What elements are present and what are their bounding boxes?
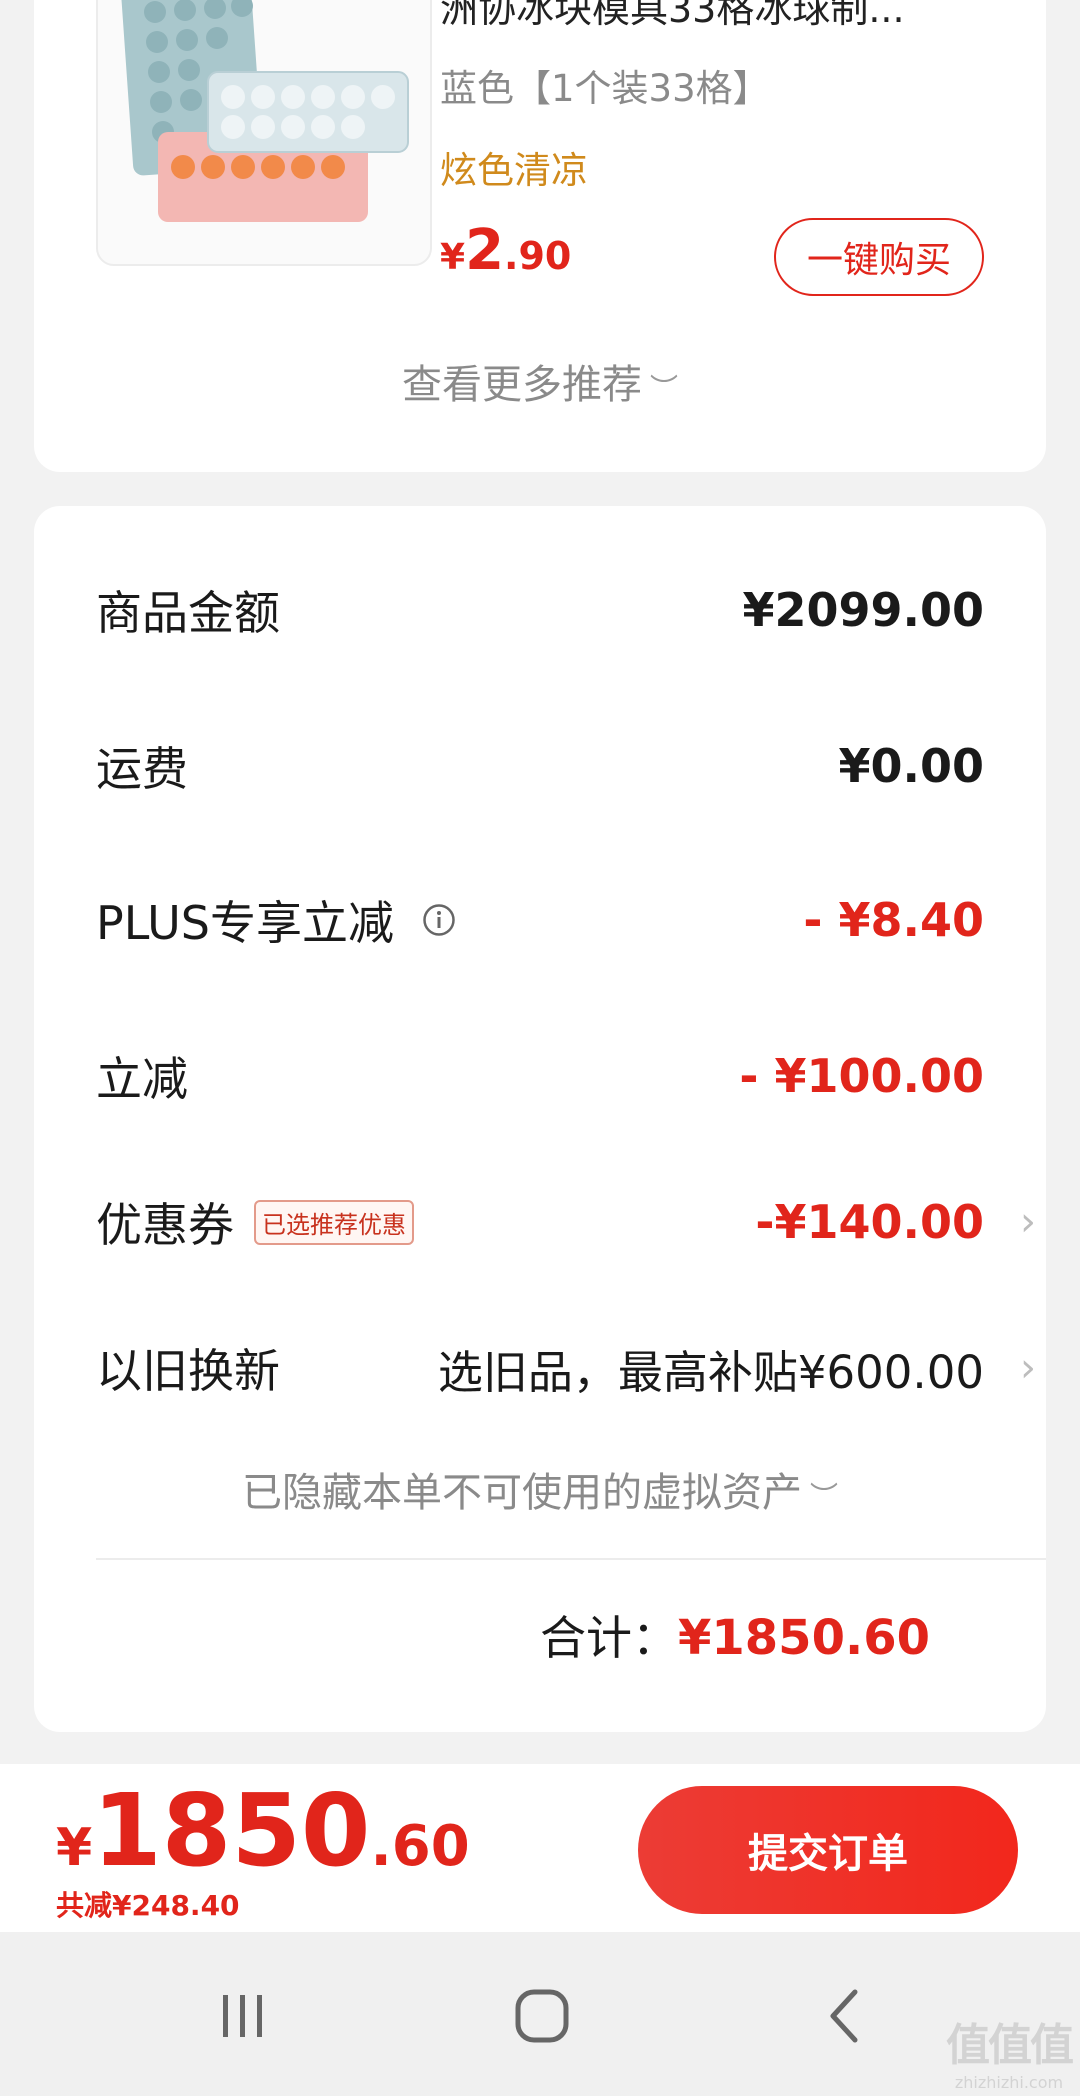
chevron-right-icon: ›: [1020, 1199, 1036, 1245]
system-nav-bar: 值值值 zhizhizhi.com: [0, 1932, 1080, 2096]
goods-amount-label: 商品金额: [96, 586, 280, 640]
watermark: 值值值 zhizhizhi.com: [946, 2009, 1074, 2092]
product-price-currency: ¥: [440, 237, 466, 278]
info-icon[interactable]: [422, 903, 456, 937]
plus-discount-value: - ¥8.40: [803, 893, 984, 947]
product-tag: 炫色清凉: [440, 149, 588, 192]
divider: [96, 1558, 1046, 1560]
product-title[interactable]: 洲协冰块模具33格冰球制...: [440, 0, 1020, 33]
summary-row-goods-amount: 商品金额 ¥2099.00: [96, 570, 984, 650]
summary-row-coupon[interactable]: 优惠券 已选推荐优惠 -¥140.00 ›: [96, 1182, 1036, 1262]
product-price-decimal: .90: [504, 234, 572, 278]
instant-discount-label: 立减: [96, 1052, 188, 1106]
instant-discount-value: - ¥100.00: [739, 1049, 984, 1103]
hidden-assets-label: 已隐藏本单不可使用的虚拟资产: [241, 1470, 802, 1516]
final-price-currency: ¥: [56, 1818, 93, 1878]
total-saved: 共减¥248.40: [56, 1889, 240, 1922]
final-price-decimal: .60: [370, 1814, 470, 1879]
summary-row-trade-in[interactable]: 以旧换新 选旧品，最高补贴¥600.00 ›: [96, 1328, 1036, 1408]
order-summary-card: 商品金额 ¥2099.00 运费 ¥0.00 PLUS专享立减 - ¥8.40 …: [34, 506, 1046, 1732]
product-image[interactable]: [96, 0, 432, 266]
product-variant: 蓝色【1个装33格】: [440, 67, 770, 110]
checkout-bar: ¥1850.60 共减¥248.40 提交订单: [0, 1764, 1080, 1932]
total-label: 合计：: [539, 1611, 678, 1665]
product-price: ¥2.90: [440, 218, 571, 283]
plus-discount-label: PLUS专享立减: [96, 896, 394, 950]
one-click-buy-button[interactable]: 一键购买: [774, 218, 984, 296]
summary-row-plus-discount: PLUS专享立减 - ¥8.40: [96, 880, 984, 960]
chevron-right-icon: ›: [1020, 1345, 1036, 1391]
coupon-badge: 已选推荐优惠: [254, 1199, 414, 1245]
product-price-integer: 2: [465, 218, 505, 283]
shipping-value: ¥0.00: [838, 739, 984, 793]
shipping-label: 运费: [96, 742, 188, 796]
back-icon[interactable]: [806, 1976, 886, 2056]
trade-in-value: 选旧品，最高补贴¥600.00: [437, 1345, 984, 1399]
watermark-site: zhizhizhi.com: [954, 2073, 1064, 2092]
trade-in-label: 以旧换新: [96, 1344, 280, 1398]
watermark-text: 值值值: [946, 2020, 1074, 2071]
view-more-label: 查看更多推荐: [401, 362, 642, 408]
recommendation-card: 洲协冰块模具33格冰球制... 蓝色【1个装33格】 炫色清凉 ¥2.90 一键…: [34, 0, 1046, 472]
view-more-recommendations[interactable]: 查看更多推荐 ︶: [34, 352, 1046, 410]
total-row: 合计： ¥1850.60: [540, 1602, 930, 1668]
coupon-label: 优惠券: [96, 1198, 234, 1252]
summary-row-shipping: 运费 ¥0.00: [96, 726, 984, 806]
home-icon[interactable]: [502, 1976, 582, 2056]
summary-row-instant-discount: 立减 - ¥100.00: [96, 1036, 984, 1116]
final-price: ¥1850.60: [56, 1772, 470, 1889]
chevron-down-icon: ︶: [809, 1480, 838, 1513]
final-price-integer: 1850: [92, 1772, 371, 1889]
hidden-assets-toggle[interactable]: 已隐藏本单不可使用的虚拟资产 ︶: [34, 1460, 1046, 1518]
coupon-value: -¥140.00: [755, 1195, 984, 1249]
total-value: ¥1850.60: [677, 1610, 930, 1666]
recent-apps-icon[interactable]: [202, 1976, 282, 2056]
submit-order-button[interactable]: 提交订单: [638, 1786, 1018, 1914]
chevron-down-icon: ︶: [649, 372, 678, 405]
goods-amount-value: ¥2099.00: [742, 583, 984, 637]
ice-tray-illustration: [119, 0, 409, 222]
